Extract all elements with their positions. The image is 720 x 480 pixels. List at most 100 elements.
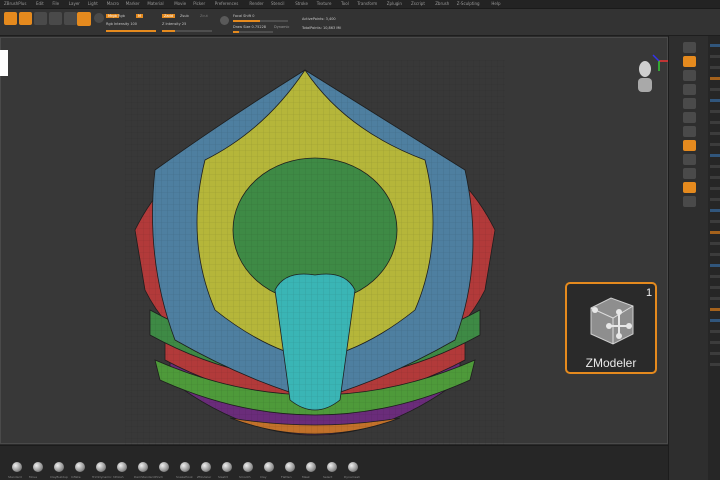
palette-slot[interactable] <box>710 198 720 201</box>
brush-dynamesh-icon[interactable] <box>348 462 358 472</box>
palette-slot[interactable] <box>710 88 720 91</box>
tray-button-rotate[interactable] <box>683 140 696 151</box>
brush-clay-icon[interactable] <box>264 462 274 472</box>
brush-flatten-icon[interactable] <box>285 462 295 472</box>
brush-claybuildup-icon[interactable] <box>54 462 64 472</box>
menu-item-zplugin[interactable]: Zplugin <box>387 1 402 6</box>
menu-item-file[interactable]: File <box>52 1 59 6</box>
menu-item-material[interactable]: Material <box>147 1 163 6</box>
menu-item-z-sculpting[interactable]: Z-Sculpting <box>457 1 480 6</box>
palette-slot[interactable] <box>710 330 720 333</box>
palette-slot[interactable] <box>710 341 720 344</box>
palette-tab[interactable] <box>0 50 8 76</box>
axis-gizmo-icon[interactable] <box>648 50 670 72</box>
palette-slot[interactable] <box>710 154 720 157</box>
dynamic-toggle[interactable]: Dynamic <box>274 25 289 29</box>
palette-slot[interactable] <box>710 231 720 234</box>
palette-slot[interactable] <box>710 286 720 289</box>
color-picker-icon[interactable] <box>94 13 104 23</box>
menu-item-light[interactable]: Light <box>88 1 98 6</box>
palette-slot[interactable] <box>710 352 720 355</box>
menu-item-preferences[interactable]: Preferences <box>215 1 239 6</box>
3d-mesh-model[interactable] <box>125 60 505 450</box>
tray-button-xpose[interactable] <box>683 196 696 207</box>
brush-pinch-icon[interactable] <box>159 462 169 472</box>
palette-slot[interactable] <box>710 77 720 80</box>
rgb-toggle[interactable]: Rgb <box>118 14 125 18</box>
palette-slot[interactable] <box>710 220 720 223</box>
zmodeler-brush-popup[interactable]: 1 ZModeler <box>565 282 657 374</box>
brush-inflate-icon[interactable] <box>75 462 85 472</box>
brush-zmodeler-icon[interactable] <box>201 462 211 472</box>
palette-slot[interactable] <box>710 275 720 278</box>
tray-button-line-fill[interactable] <box>683 154 696 165</box>
palette-slot[interactable] <box>710 253 720 256</box>
tray-button-persp[interactable] <box>683 56 696 67</box>
scale-mode-button[interactable] <box>49 12 62 25</box>
tray-button-draw[interactable] <box>683 42 696 53</box>
menu-item-stroke[interactable]: Stroke <box>295 1 308 6</box>
tray-button-scale[interactable] <box>683 126 696 137</box>
menu-item-picker[interactable]: Picker <box>193 1 205 6</box>
palette-slot[interactable] <box>710 363 720 366</box>
palette-slot[interactable] <box>710 99 720 102</box>
palette-slot[interactable] <box>710 242 720 245</box>
focal-shift-slider[interactable] <box>233 20 288 22</box>
menu-item-help[interactable]: Help <box>491 1 500 6</box>
palette-slot[interactable] <box>710 121 720 124</box>
brush-mask-icon[interactable] <box>306 462 316 472</box>
mrgb-toggle[interactable]: Mrgb <box>106 14 119 18</box>
palette-slot[interactable] <box>710 209 720 212</box>
palette-slot[interactable] <box>710 264 720 267</box>
tray-button-local[interactable] <box>683 84 696 95</box>
menu-item-movie[interactable]: Movie <box>174 1 186 6</box>
palette-slot[interactable] <box>710 319 720 322</box>
palette-slot[interactable] <box>710 297 720 300</box>
palette-slot[interactable] <box>710 110 720 113</box>
rgb-intensity-slider[interactable] <box>106 30 156 32</box>
brush-select-icon[interactable] <box>327 462 337 472</box>
menu-item-zbrush[interactable]: Zbrush <box>435 1 449 6</box>
z-intensity-slider[interactable] <box>162 30 212 32</box>
focal-shift-icon[interactable] <box>220 16 229 25</box>
menu-item-texture[interactable]: Texture <box>317 1 332 6</box>
menu-item-render[interactable]: Render <box>249 1 263 6</box>
palette-slot[interactable] <box>710 308 720 311</box>
brush-move-icon[interactable] <box>33 462 43 472</box>
palette-slot[interactable] <box>710 132 720 135</box>
palette-slot[interactable] <box>710 187 720 190</box>
brush-standard-icon[interactable] <box>12 462 22 472</box>
brush-smooth-icon[interactable] <box>243 462 253 472</box>
palette-slot[interactable] <box>710 44 720 47</box>
menu-item-layer[interactable]: Layer <box>69 1 80 6</box>
zcut-toggle[interactable]: Zcut <box>200 14 208 18</box>
move-mode-button[interactable] <box>34 12 47 25</box>
brush-hpolish-icon[interactable] <box>117 462 127 472</box>
palette-slot[interactable] <box>710 143 720 146</box>
tray-button-transp[interactable] <box>683 168 696 179</box>
m-toggle[interactable]: M <box>136 14 144 18</box>
tray-button-move[interactable] <box>683 112 696 123</box>
draw-mode-button[interactable] <box>19 12 32 25</box>
rotate-mode-button[interactable] <box>64 12 77 25</box>
palette-slot[interactable] <box>710 55 720 58</box>
menu-item-transform[interactable]: Transform <box>357 1 377 6</box>
tray-button-frame[interactable] <box>683 98 696 109</box>
menu-item-macro[interactable]: Macro <box>107 1 119 6</box>
brush-snakehook-icon[interactable] <box>180 462 190 472</box>
material-swatch[interactable] <box>77 12 91 26</box>
menu-item-stencil[interactable]: Stencil <box>271 1 285 6</box>
palette-slot[interactable] <box>710 176 720 179</box>
zsub-toggle[interactable]: Zsub <box>180 14 189 18</box>
draw-size-slider[interactable] <box>233 31 273 33</box>
menu-item-tool[interactable]: Tool <box>341 1 349 6</box>
brush-damstandard-icon[interactable] <box>138 462 148 472</box>
menu-item-marker[interactable]: Marker <box>126 1 140 6</box>
brush-trimdynamic-icon[interactable] <box>96 462 106 472</box>
tray-button-floor[interactable] <box>683 70 696 81</box>
edit-mode-button[interactable] <box>4 12 17 25</box>
tray-button-solo[interactable] <box>683 182 696 193</box>
brush-slash3-icon[interactable] <box>222 462 232 472</box>
menu-item-zscript[interactable]: Zscript <box>411 1 425 6</box>
palette-slot[interactable] <box>710 66 720 69</box>
